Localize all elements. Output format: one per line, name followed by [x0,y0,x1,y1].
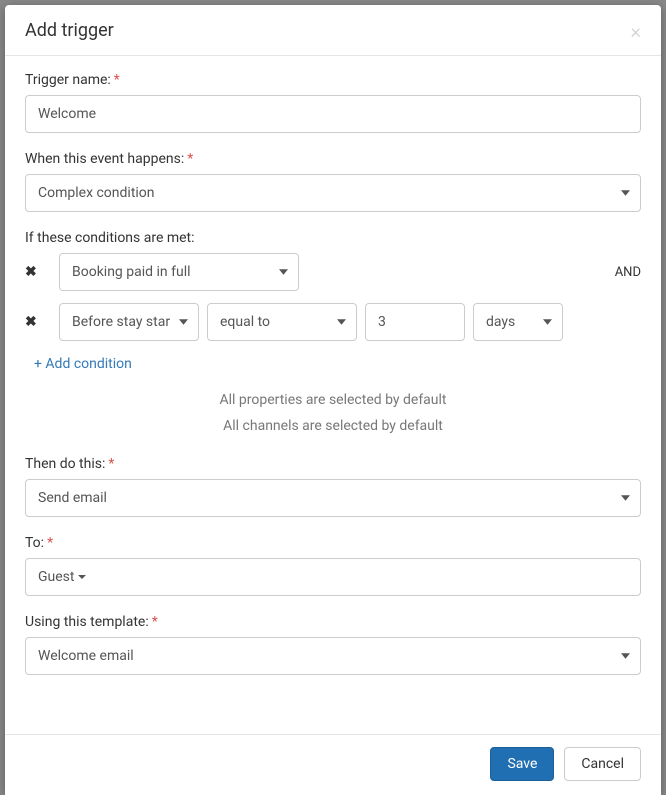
conditions-label: If these conditions are met: [25,230,641,246]
condition-number-input[interactable] [365,303,465,341]
condition-field-select[interactable]: Booking paid in full [59,253,299,291]
to-value: Guest [38,569,74,585]
action-group: Then do this:* Send email [25,456,641,517]
add-trigger-modal: Add trigger × Trigger name:* When this e… [5,5,661,795]
condition-row: ✖ Before stay starts equal to days [25,303,641,341]
template-group: Using this template:* Welcome email [25,614,641,675]
remove-condition-icon[interactable]: ✖ [25,264,49,280]
required-mark: * [187,151,193,167]
to-label: To:* [25,535,641,551]
remove-condition-icon[interactable]: ✖ [25,314,49,330]
condition-unit-select[interactable]: days [473,303,563,341]
condition-row: ✖ Booking paid in full AND [25,253,641,291]
action-select[interactable]: Send email [25,479,641,517]
event-label: When this event happens:* [25,151,641,167]
info-channels: All channels are selected by default [25,418,641,434]
close-icon[interactable]: × [631,21,641,41]
event-select[interactable]: Complex condition [25,174,641,212]
to-dropdown[interactable]: Guest [25,558,641,596]
template-select[interactable]: Welcome email [25,637,641,675]
trigger-name-label: Trigger name:* [25,72,641,88]
condition-controls: Before stay starts equal to days [59,303,599,341]
event-group: When this event happens:* Complex condit… [25,151,641,212]
modal-header: Add trigger × [5,5,661,56]
action-label: Then do this:* [25,456,641,472]
modal-title: Add trigger [25,20,114,41]
info-properties: All properties are selected by default [25,392,641,408]
required-mark: * [108,456,114,472]
condition-operator-select[interactable]: equal to [207,303,357,341]
trigger-name-input[interactable] [25,95,641,133]
to-group: To:* Guest [25,535,641,596]
required-mark: * [114,72,120,88]
and-label: AND [609,265,641,280]
trigger-name-group: Trigger name:* [25,72,641,133]
modal-footer: Save Cancel [5,734,661,795]
save-button[interactable]: Save [490,747,554,781]
template-label: Using this template:* [25,614,641,630]
condition-when-select[interactable]: Before stay starts [59,303,199,341]
conditions-list: ✖ Booking paid in full AND ✖ Before stay… [25,253,641,341]
info-block: All properties are selected by default A… [25,392,641,434]
modal-body: Trigger name:* When this event happens:*… [5,56,661,734]
caret-down-icon [78,575,86,579]
add-condition-link[interactable]: + Add condition [34,356,132,372]
cancel-button[interactable]: Cancel [564,747,641,781]
condition-controls: Booking paid in full [59,253,599,291]
conditions-group: If these conditions are met: ✖ Booking p… [25,230,641,434]
required-mark: * [47,535,53,551]
required-mark: * [152,614,158,630]
